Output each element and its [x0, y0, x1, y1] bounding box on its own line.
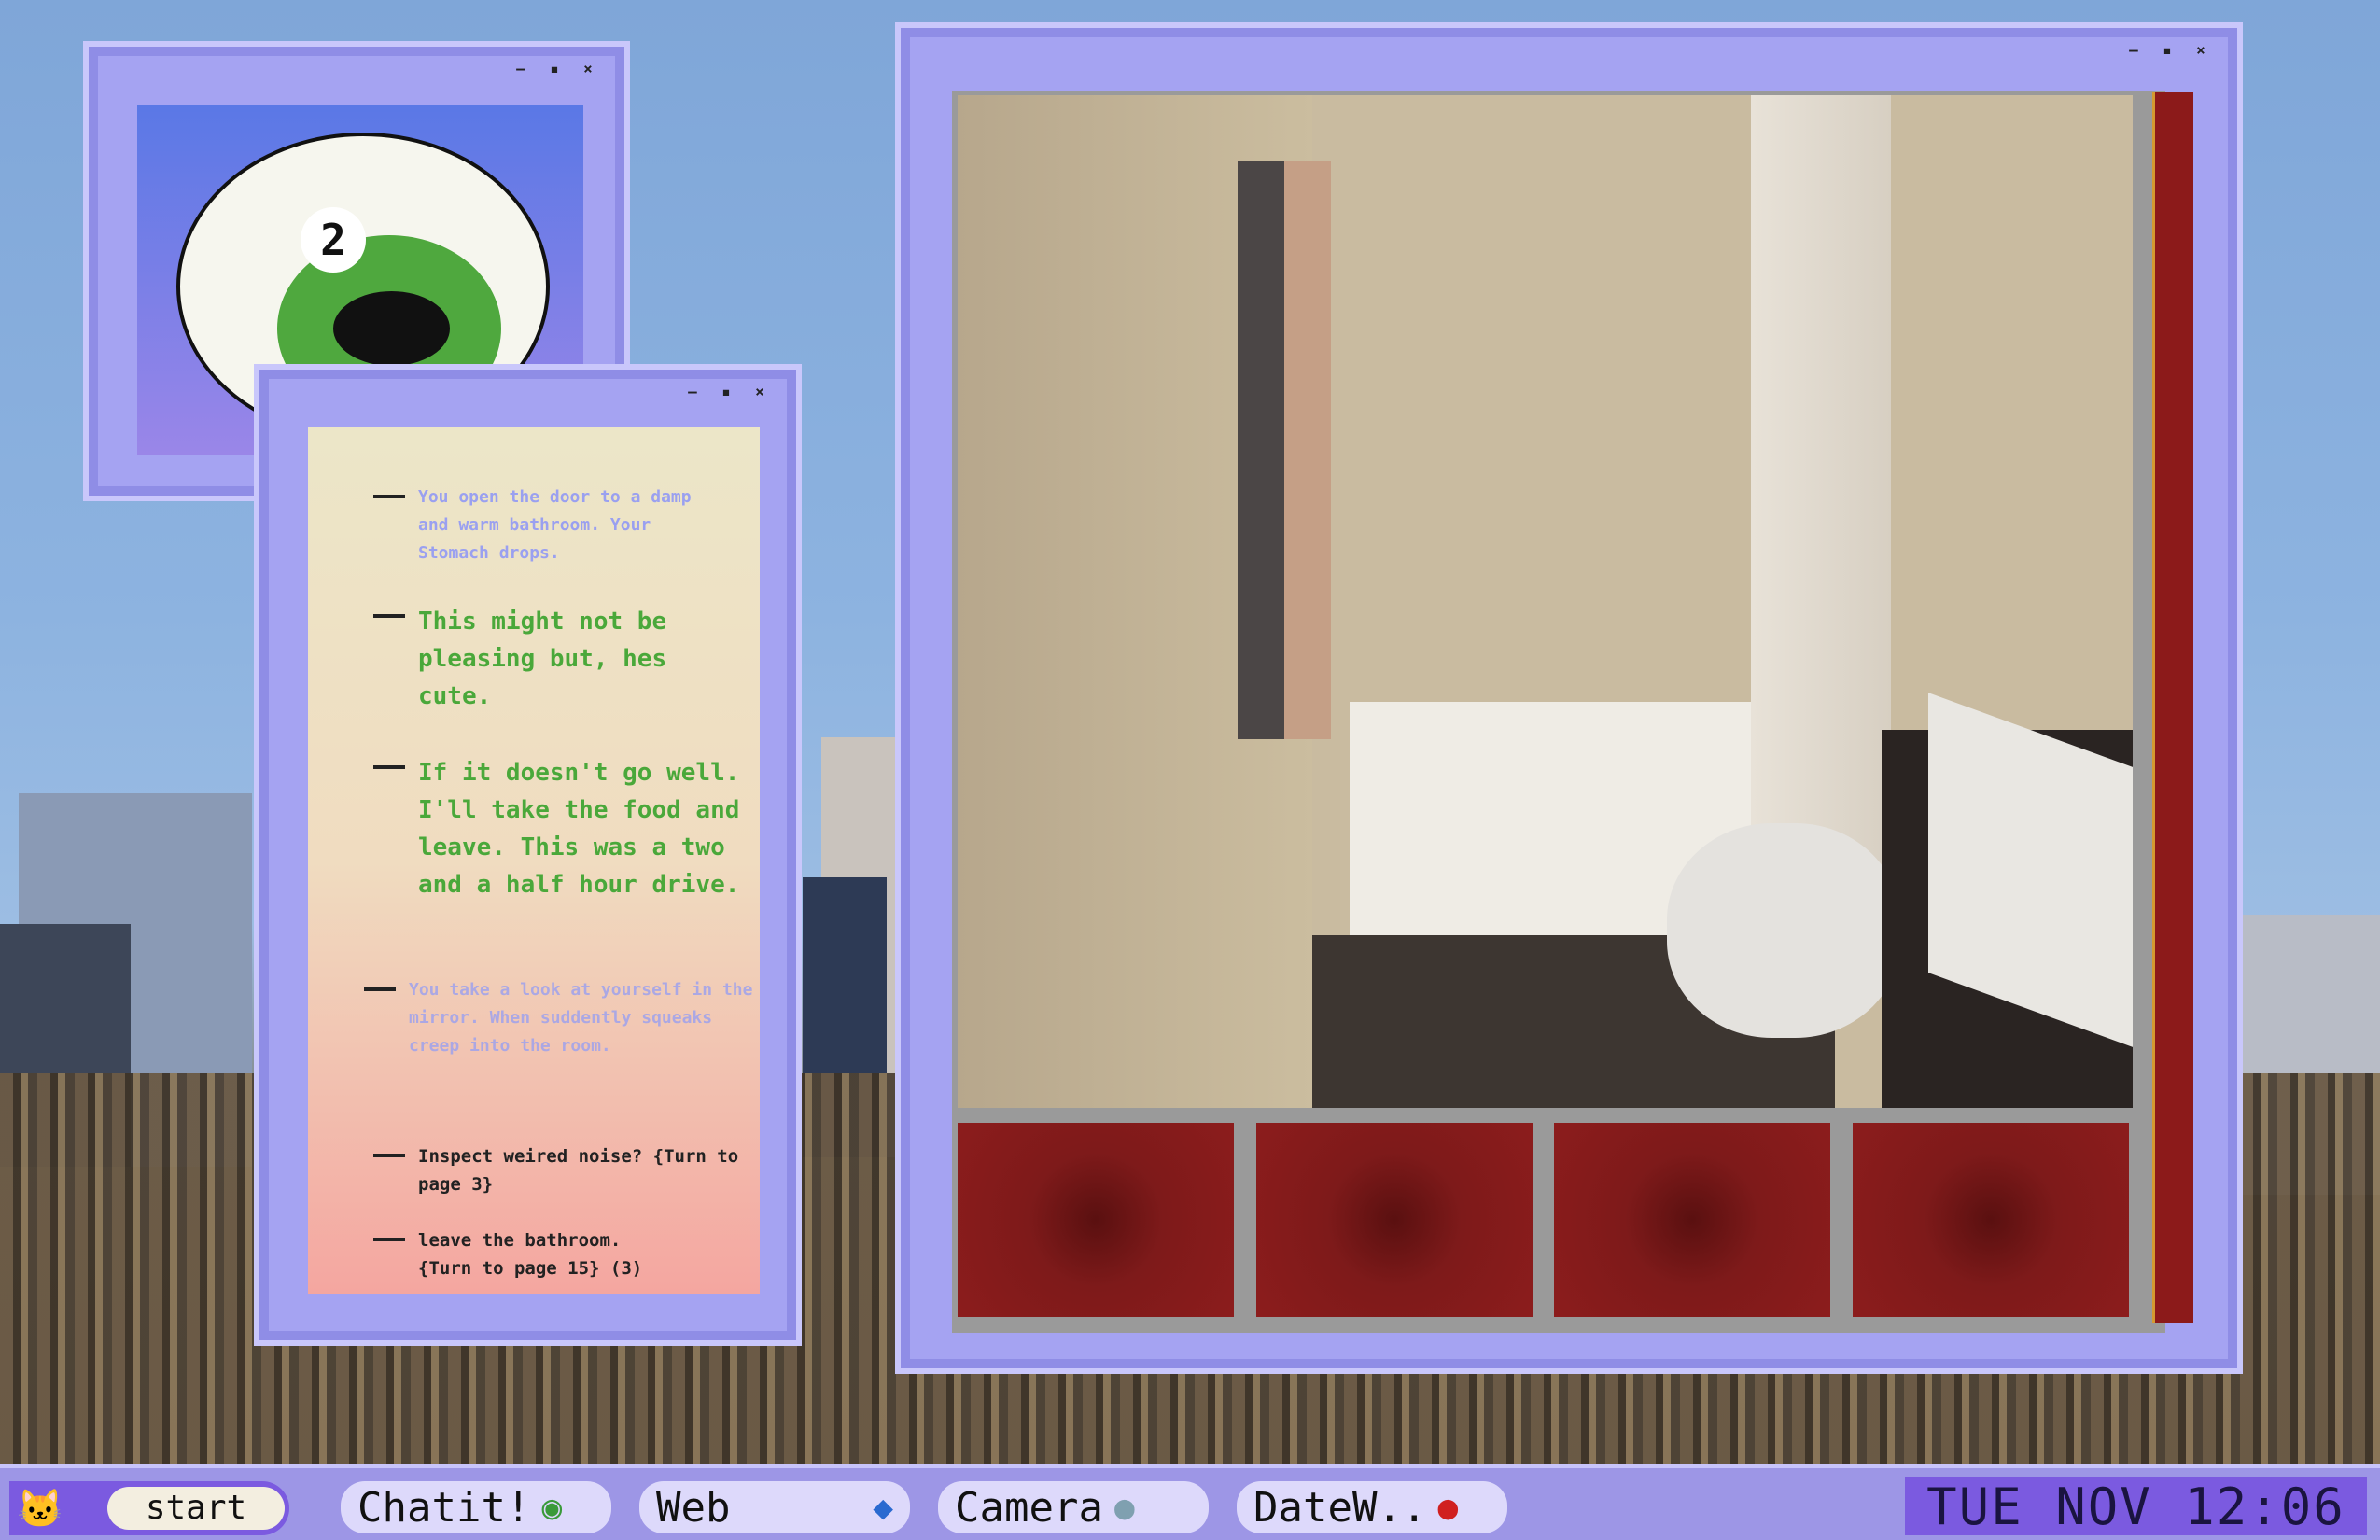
story-paragraph: You open the door to a damp and warm bat…	[373, 483, 728, 567]
story-paragraph: This might not be pleasing but, hes cute…	[373, 603, 728, 715]
close-button[interactable]: ×	[749, 383, 770, 400]
dash	[364, 987, 396, 991]
dash	[373, 495, 405, 498]
eye-badge: 2	[301, 207, 366, 273]
lens-icon: ●	[1113, 1488, 1135, 1527]
minimize-button[interactable]: –	[2123, 41, 2144, 59]
red-tile[interactable]	[1554, 1123, 1830, 1317]
bathroom-photo	[958, 95, 2133, 1108]
photo-curtain	[1751, 95, 1891, 889]
dash	[373, 1154, 405, 1157]
minimize-button[interactable]: –	[682, 383, 703, 400]
photo-towel	[1284, 161, 1331, 739]
close-button[interactable]: ×	[2191, 41, 2211, 59]
option-inspect-noise[interactable]: Inspect weired noise? {Turn to page 3}	[373, 1142, 747, 1198]
taskbar-app-datew[interactable]: DateW.. ●	[1237, 1481, 1507, 1533]
story-paragraph: You take a look at yourself in the mirro…	[364, 976, 756, 1060]
red-tile[interactable]	[958, 1123, 1234, 1317]
window-controls: – ▪ ×	[511, 60, 598, 77]
story-page: You open the door to a damp and warm bat…	[308, 427, 760, 1294]
start-label: start	[107, 1487, 285, 1530]
clock: TUE NOV 12:06	[1905, 1477, 2367, 1536]
red-tile[interactable]	[1853, 1123, 2129, 1317]
option-leave-bathroom[interactable]: leave the bathroom. {Turn to page 15} (3…	[373, 1226, 681, 1282]
pupil	[333, 291, 450, 366]
taskbar: 🐱 start Chatit! ◉ Web ◆ Camera ● DateW.. ● T…	[0, 1464, 2380, 1540]
minimize-button[interactable]: –	[511, 60, 531, 77]
cat-icon: 🐱	[17, 1488, 63, 1531]
close-button[interactable]: ×	[578, 60, 598, 77]
taskbar-app-camera[interactable]: Camera ●	[938, 1481, 1209, 1533]
globe-icon: ◆	[873, 1488, 893, 1527]
app-label: Chatit!	[357, 1483, 531, 1532]
rose-icon: ●	[1437, 1488, 1459, 1527]
maximize-button[interactable]: ▪	[2157, 41, 2177, 59]
photo-toilet	[1667, 823, 1900, 1038]
taskbar-app-chatit[interactable]: Chatit! ◉	[341, 1481, 611, 1533]
taskbar-app-web[interactable]: Web ◆	[639, 1481, 910, 1533]
dash	[373, 1238, 405, 1241]
eye-icon: ◉	[541, 1488, 563, 1527]
app-label: Web	[656, 1483, 731, 1532]
dash	[373, 765, 405, 769]
app-label: DateW..	[1253, 1483, 1427, 1532]
dash	[373, 614, 405, 618]
window-controls: – ▪ ×	[682, 383, 770, 400]
window-controls: – ▪ ×	[2123, 41, 2211, 59]
story-paragraph: If it doesn't go well. I'll take the foo…	[373, 754, 747, 903]
app-label: Camera	[955, 1483, 1103, 1532]
maximize-button[interactable]: ▪	[716, 383, 736, 400]
start-button[interactable]: 🐱 start	[9, 1481, 289, 1535]
red-tile[interactable]	[1256, 1123, 1533, 1317]
maximize-button[interactable]: ▪	[544, 60, 565, 77]
red-side-strip	[2152, 92, 2193, 1323]
story-window[interactable]: – ▪ × You open the door to a damp and wa…	[254, 364, 802, 1346]
